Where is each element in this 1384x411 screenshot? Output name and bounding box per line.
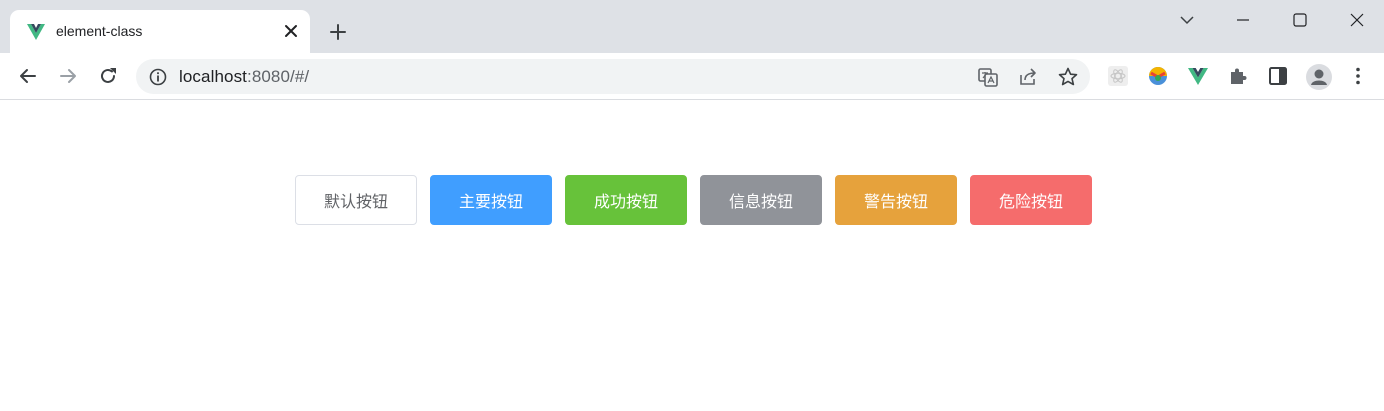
vue-logo-icon xyxy=(27,24,45,40)
button-group: 默认按钮 主要按钮 成功按钮 信息按钮 警告按钮 危险按钮 xyxy=(295,175,1092,225)
forward-arrow-icon[interactable] xyxy=(57,65,79,87)
profile-avatar-icon[interactable] xyxy=(1305,63,1333,91)
minimize-window-icon[interactable] xyxy=(1231,10,1255,30)
site-info-icon[interactable] xyxy=(148,67,168,87)
more-menu-icon[interactable] xyxy=(1347,65,1369,87)
url-host: localhost xyxy=(179,67,247,86)
maximize-window-icon[interactable] xyxy=(1288,10,1312,30)
share-icon[interactable] xyxy=(1017,66,1039,88)
bookmark-star-icon[interactable] xyxy=(1057,66,1079,88)
success-button[interactable]: 成功按钮 xyxy=(565,175,687,225)
info-button[interactable]: 信息按钮 xyxy=(700,175,822,225)
url-text[interactable]: localhost:8080/#/ xyxy=(179,67,309,87)
browser-tab-active[interactable]: element-class xyxy=(10,10,310,53)
tab-search-chevron-icon[interactable] xyxy=(1175,10,1199,30)
extensions-puzzle-icon[interactable] xyxy=(1227,65,1249,87)
back-arrow-icon[interactable] xyxy=(17,65,39,87)
default-button[interactable]: 默认按钮 xyxy=(295,175,417,225)
danger-button[interactable]: 危险按钮 xyxy=(970,175,1092,225)
side-panel-icon[interactable] xyxy=(1267,65,1289,87)
extension-colorful-icon[interactable] xyxy=(1147,65,1169,87)
tab-title: element-class xyxy=(56,23,143,39)
url-path: :8080/#/ xyxy=(247,67,310,86)
google-translate-icon[interactable] xyxy=(977,66,999,88)
tab-strip: element-class xyxy=(0,0,1384,53)
extension-vue-devtools-icon[interactable] xyxy=(1187,65,1209,87)
reload-icon[interactable] xyxy=(97,65,119,87)
primary-button[interactable]: 主要按钮 xyxy=(430,175,552,225)
browser-toolbar: localhost:8080/#/ xyxy=(0,53,1384,100)
extension-react-icon[interactable] xyxy=(1107,65,1129,87)
address-bar[interactable]: localhost:8080/#/ xyxy=(136,59,1090,94)
close-tab-icon[interactable] xyxy=(282,22,300,40)
close-window-icon[interactable] xyxy=(1345,10,1369,30)
new-tab-plus-icon[interactable] xyxy=(328,22,348,42)
warning-button[interactable]: 警告按钮 xyxy=(835,175,957,225)
